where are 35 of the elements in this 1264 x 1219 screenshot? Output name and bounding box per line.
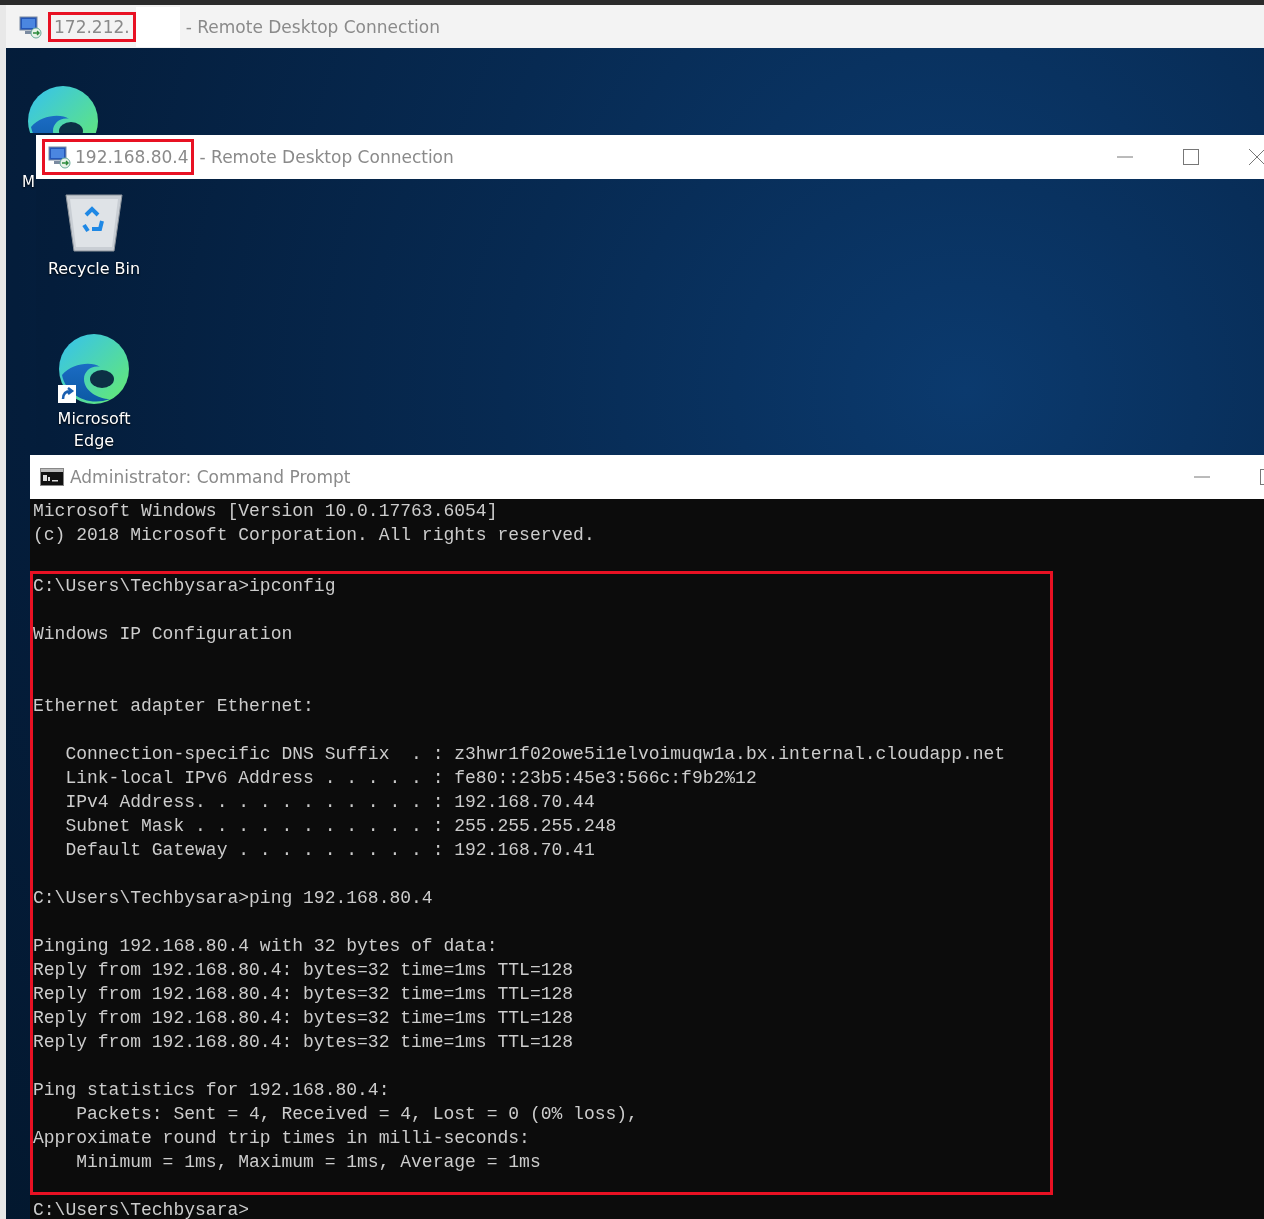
terminal-line: Approximate round trip times in milli-seconds: xyxy=(33,1127,530,1150)
terminal-line: C:\Users\Techbysara>ping 192.168.80.4 xyxy=(33,887,433,910)
terminal-line: Default Gateway . . . . . . . . . : 192.168.70.41 xyxy=(64,839,595,862)
terminal-line: Minimum = 1ms, Maximum = 1ms, Average = 1ms xyxy=(75,1151,541,1174)
terminal-line: IPv4 Address. . . . . . . . . . . : 192.168.70.44 xyxy=(64,791,595,814)
terminal-line: Reply from 192.168.80.4: bytes=32 time=1ms TTL=128 xyxy=(33,1031,574,1054)
terminal-line: Reply from 192.168.80.4: bytes=32 time=1ms TTL=128 xyxy=(33,959,574,982)
terminal-line: Link-local IPv6 Address . . . . . : fe80::23b5:45e3:566c:f9b2%12 xyxy=(64,767,757,790)
terminal-line: Connection-specific DNS Suffix . : z3hwr1f02owe5i1elvoimuqw1a.bx.internal.cloudapp.net xyxy=(64,743,1006,766)
window-title: Administrator: Command Prompt xyxy=(70,467,351,487)
terminal-line: Subnet Mask . . . . . . . . . . . : 255.255.255.248 xyxy=(64,815,617,838)
terminal-line: Pinging 192.168.80.4 with 32 bytes of data: xyxy=(33,935,498,958)
icon-label: Recycle Bin xyxy=(47,258,141,280)
terminal-line: Ping statistics for 192.168.80.4: xyxy=(33,1079,390,1102)
close-button[interactable] xyxy=(1249,149,1264,165)
maximize-button[interactable] xyxy=(1183,149,1199,165)
monitor-icon xyxy=(47,145,71,169)
terminal-icon xyxy=(40,468,64,486)
window-title: - Remote Desktop Connection xyxy=(185,16,440,37)
terminal-line: Reply from 192.168.80.4: bytes=32 time=1ms TTL=128 xyxy=(33,1007,574,1030)
terminal-line: Packets: Sent = 4, Received = 4, Lost = 0 (0% loss), xyxy=(75,1103,638,1126)
terminal-line: Reply from 192.168.80.4: bytes=32 time=1ms TTL=128 xyxy=(33,983,574,1006)
window-title: - Remote Desktop Connection xyxy=(199,147,454,167)
browser-swirl-icon[interactable] xyxy=(58,333,130,405)
terminal-line: C:\Users\Techbysara>ipconfig xyxy=(33,575,336,598)
icon-label: Microsoft Edge xyxy=(56,408,132,452)
terminal-line: Microsoft Windows [Version 10.0.17763.6054] xyxy=(33,500,498,523)
monitor-icon xyxy=(18,14,42,39)
window-title-address: 172.212. xyxy=(48,11,136,42)
terminal-line: C:\Users\Techbysara> xyxy=(33,1199,250,1219)
terminal-line: (c) 2018 Microsoft Corporation. All rights reserved. xyxy=(33,524,595,547)
terminal-line: Windows IP Configuration xyxy=(33,623,293,646)
icon-label: M xyxy=(22,172,35,193)
terminal-line: Ethernet adapter Ethernet: xyxy=(33,695,314,718)
window-title-address: 192.168.80.4 xyxy=(42,139,194,175)
